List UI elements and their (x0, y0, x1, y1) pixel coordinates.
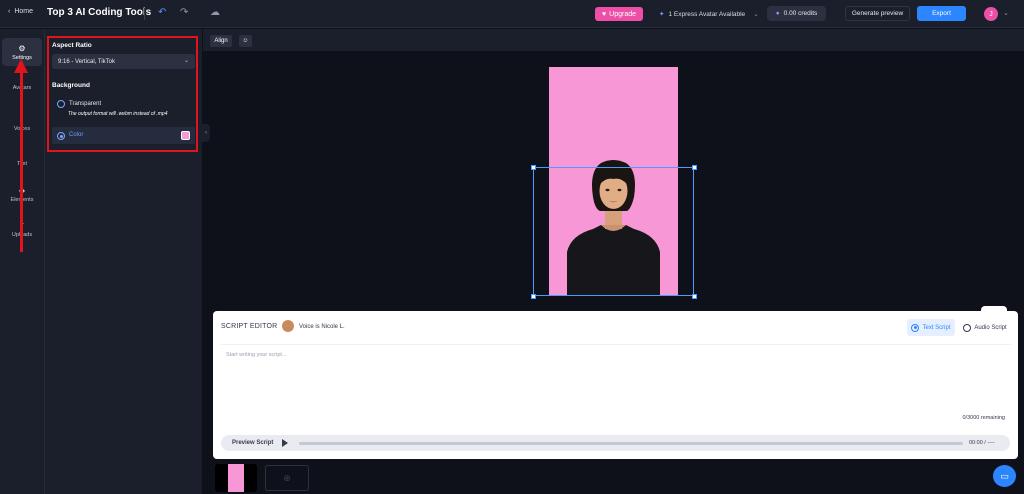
preview-player: Preview Script 00:00 / ---- (221, 435, 1010, 451)
play-icon[interactable] (282, 439, 288, 447)
selection-box[interactable] (533, 167, 694, 296)
export-button[interactable]: Export (917, 6, 966, 21)
highlight-box (47, 36, 198, 152)
voice-selector[interactable]: Voice is Nicole L. (299, 324, 345, 330)
resize-handle-bottom-right[interactable] (692, 294, 697, 299)
arrow-shaft (20, 70, 23, 252)
scene-strip (203, 460, 1024, 494)
chevron-down-icon[interactable]: ⌄ (1003, 9, 1009, 17)
chat-support-button[interactable]: ▭ (993, 465, 1016, 487)
top-bar: ‹ Home Top 3 AI Coding Tools ↶ ↷ ☁ ♥ Upg… (0, 0, 1024, 28)
timecode: 00:00 / ---- (969, 440, 995, 446)
script-editor: SCRIPT EDITOR Voice is Nicole L. Text Sc… (213, 311, 1018, 459)
character-count: 0/3000 remaining (962, 415, 1005, 421)
redo-icon[interactable]: ↷ (180, 7, 188, 18)
chat-icon: ▭ (1000, 470, 1009, 481)
plus-icon: ⊕ (283, 472, 291, 483)
cloud-save-icon[interactable]: ☁ (210, 7, 220, 18)
align-button[interactable]: Align (210, 35, 232, 47)
chevron-left-icon: ‹ (205, 130, 207, 136)
sparkle-icon: ✦ (659, 11, 665, 18)
chevron-left-icon: ‹ (8, 8, 11, 15)
gear-icon: ⚙ (18, 43, 26, 53)
generate-preview-button[interactable]: Generate preview (845, 6, 910, 21)
credits-badge[interactable]: ● 0.00 credits (767, 6, 826, 21)
avatar-settings-button[interactable]: ☺ (239, 35, 252, 47)
resize-handle-top-right[interactable] (692, 165, 697, 170)
chevron-down-icon: ⌄ (753, 11, 759, 18)
home-label: Home (14, 8, 34, 15)
home-link[interactable]: ‹ Home (8, 8, 33, 15)
coins-icon: ● (775, 10, 780, 17)
toolbar-divider (144, 8, 145, 20)
scene-thumbnail-preview (228, 464, 244, 492)
editor-divider (221, 344, 1011, 345)
scene-thumbnail[interactable] (215, 464, 257, 492)
upgrade-button[interactable]: ♥ Upgrade (595, 7, 643, 21)
project-title[interactable]: Top 3 AI Coding Tools (47, 7, 151, 18)
undo-icon[interactable]: ↶ (158, 7, 166, 18)
editor-title: SCRIPT EDITOR (221, 323, 278, 330)
script-input[interactable] (226, 348, 996, 362)
preview-script-label: Preview Script (232, 440, 274, 446)
collapse-panel-button[interactable]: ‹ (202, 124, 210, 142)
canvas-toolbar (203, 29, 1024, 51)
tab-audio-script[interactable]: Audio Script (959, 319, 1011, 336)
preview-progress-track[interactable] (299, 442, 963, 445)
heart-icon: ♥ (601, 10, 607, 18)
radio-icon (911, 323, 920, 332)
user-avatar[interactable]: J (984, 7, 998, 21)
resize-handle-bottom-left[interactable] (531, 294, 536, 299)
voice-avatar[interactable] (282, 320, 294, 332)
radio-icon (963, 323, 972, 332)
express-avatar-dropdown[interactable]: ✦ 1 Express Avatar Available ⌄ (659, 10, 759, 19)
tab-text-script[interactable]: Text Script (907, 319, 955, 336)
resize-handle-top-left[interactable] (531, 165, 536, 170)
person-icon: ☺ (242, 38, 249, 44)
add-scene-button[interactable]: ⊕ (265, 465, 309, 491)
